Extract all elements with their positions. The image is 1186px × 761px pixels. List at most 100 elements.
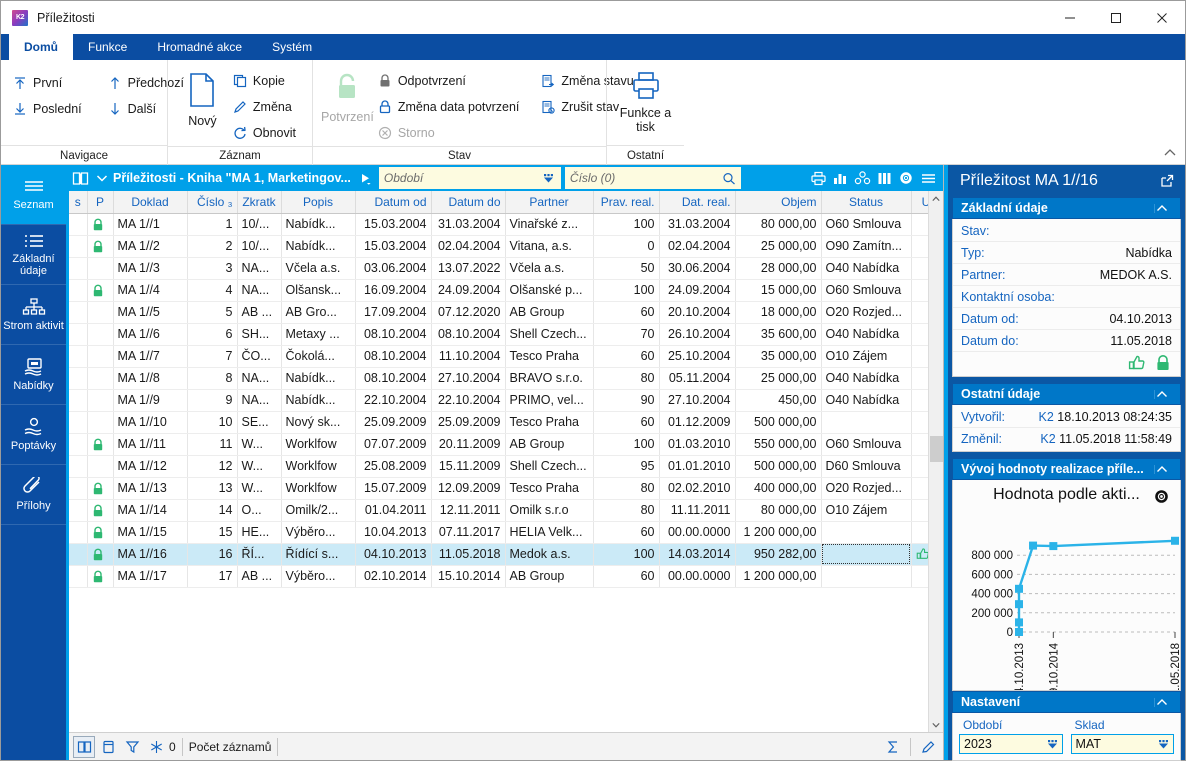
vertical-scrollbar[interactable] (928, 191, 943, 732)
table-row[interactable]: MA 1//66SH...Metaxy ...08.10.200408.10.2… (69, 323, 928, 345)
cell-datum_do[interactable]: 11.10.2004 (431, 345, 505, 367)
table-row[interactable]: MA 1//55AB ...AB Gro...17.09.200407.12.2… (69, 301, 928, 323)
cell-datum_od[interactable]: 15.03.2004 (355, 235, 431, 257)
cell-partner[interactable]: Tesco Praha (505, 411, 593, 433)
cell-prav_real[interactable]: 100 (593, 543, 659, 565)
lock-icon[interactable] (87, 477, 113, 499)
cell-s[interactable] (69, 477, 87, 499)
cell-status[interactable]: O20 Rozjed... (821, 477, 911, 499)
cell-popis[interactable]: AB Gro... (281, 301, 355, 323)
cell-prav_real[interactable]: 80 (593, 477, 659, 499)
cell-zkratka[interactable]: 10/... (237, 235, 281, 257)
cell-doklad[interactable]: MA 1//13 (113, 477, 187, 499)
cell-s[interactable] (69, 499, 87, 521)
cell-popis[interactable]: Nabídk... (281, 367, 355, 389)
cell-popis[interactable]: Nabídk... (281, 213, 355, 235)
cell-prav_real[interactable]: 0 (593, 235, 659, 257)
cell-dat_real[interactable]: 14.03.2014 (659, 543, 735, 565)
cell-zkratka[interactable]: NA... (237, 257, 281, 279)
cell-u[interactable] (911, 455, 928, 477)
gear-icon[interactable] (895, 171, 917, 186)
section-header-nastaveni[interactable]: Nastavení (952, 691, 1181, 713)
cell-doklad[interactable]: MA 1//5 (113, 301, 187, 323)
cell-prav_real[interactable]: 80 (593, 367, 659, 389)
cell-dat_real[interactable]: 24.09.2004 (659, 279, 735, 301)
cell-objem[interactable]: 1 200 000,00 (735, 521, 821, 543)
cell-dat_real[interactable]: 00.00.0000 (659, 521, 735, 543)
tab-funkce[interactable]: Funkce (73, 34, 142, 60)
cell-status[interactable] (821, 543, 911, 565)
lock-green-icon[interactable] (1154, 354, 1172, 372)
cell-status[interactable]: O60 Smlouva (821, 213, 911, 235)
cell-dat_real[interactable]: 30.06.2004 (659, 257, 735, 279)
ribbon-button-novy[interactable]: Nový (176, 66, 229, 128)
maximize-button[interactable] (1093, 1, 1139, 34)
cell-popis[interactable]: Výběro... (281, 565, 355, 587)
table-row[interactable]: MA 1//88NA...Nabídk...08.10.200427.10.20… (69, 367, 928, 389)
table-row[interactable]: MA 1//1515HE...Výběro...10.04.201307.11.… (69, 521, 928, 543)
cell-p[interactable] (87, 455, 113, 477)
cell-s[interactable] (69, 345, 87, 367)
cell-datum_od[interactable]: 08.10.2004 (355, 323, 431, 345)
cell-s[interactable] (69, 389, 87, 411)
cell-s[interactable] (69, 433, 87, 455)
cell-s[interactable] (69, 235, 87, 257)
cell-datum_do[interactable]: 15.10.2014 (431, 565, 505, 587)
cell-status[interactable]: O40 Nabídka (821, 257, 911, 279)
cell-u[interactable] (911, 345, 928, 367)
cell-partner[interactable]: Tesco Praha (505, 477, 593, 499)
column-header-zkratka[interactable]: Zkratk (237, 191, 281, 213)
cell-doklad[interactable]: MA 1//12 (113, 455, 187, 477)
cell-status[interactable]: O40 Nabídka (821, 323, 911, 345)
book-icon[interactable] (73, 736, 95, 758)
cell-datum_do[interactable]: 07.12.2020 (431, 301, 505, 323)
cell-status[interactable]: O60 Smlouva (821, 433, 911, 455)
lock-icon[interactable] (87, 433, 113, 455)
cell-p[interactable] (87, 301, 113, 323)
cell-popis[interactable]: Výběro... (281, 521, 355, 543)
cell-p[interactable] (87, 367, 113, 389)
cell-cislo[interactable]: 15 (187, 521, 237, 543)
cell-datum_od[interactable]: 15.07.2009 (355, 477, 431, 499)
sidebar-item-prilohy[interactable]: Přílohy (1, 465, 66, 525)
lock-icon[interactable] (87, 235, 113, 257)
cell-datum_do[interactable]: 15.11.2009 (431, 455, 505, 477)
tab-system[interactable]: Systém (257, 34, 327, 60)
cell-dat_real[interactable]: 27.10.2004 (659, 389, 735, 411)
ribbon-button-odpotvrzeni[interactable]: Odpotvrzení (374, 68, 528, 94)
cell-zkratka[interactable]: AB ... (237, 301, 281, 323)
cell-datum_od[interactable]: 22.10.2004 (355, 389, 431, 411)
cell-zkratka[interactable]: ŘÍ... (237, 543, 281, 565)
cell-objem[interactable]: 1 200 000,00 (735, 565, 821, 587)
cell-u[interactable] (911, 433, 928, 455)
cell-partner[interactable]: Vinařské z... (505, 213, 593, 235)
cell-prav_real[interactable]: 100 (593, 433, 659, 455)
cell-datum_do[interactable]: 27.10.2004 (431, 367, 505, 389)
filter-icon[interactable] (121, 736, 143, 758)
cell-dat_real[interactable]: 00.00.0000 (659, 565, 735, 587)
cell-prav_real[interactable]: 100 (593, 279, 659, 301)
cell-zkratka[interactable]: SE... (237, 411, 281, 433)
cell-s[interactable] (69, 301, 87, 323)
cell-s[interactable] (69, 257, 87, 279)
sklad-select[interactable]: MAT (1071, 734, 1175, 754)
cell-dat_real[interactable]: 31.03.2004 (659, 213, 735, 235)
scroll-thumb[interactable] (930, 436, 943, 462)
cell-u[interactable] (911, 477, 928, 499)
table-row[interactable]: MA 1//77ČO...Čokolá...08.10.200411.10.20… (69, 345, 928, 367)
snowflake-icon[interactable] (145, 736, 167, 758)
column-header-objem[interactable]: Objem (735, 191, 821, 213)
columns-icon[interactable] (873, 171, 895, 186)
chevron-up-icon[interactable] (1154, 698, 1176, 707)
table-row[interactable]: MA 1//1313W...Worklfow15.07.200912.09.20… (69, 477, 928, 499)
lock-icon[interactable] (87, 521, 113, 543)
cell-datum_do[interactable]: 12.11.2011 (431, 499, 505, 521)
cell-datum_od[interactable]: 16.09.2004 (355, 279, 431, 301)
column-header-s[interactable]: s (69, 191, 87, 213)
cell-datum_od[interactable]: 15.03.2004 (355, 213, 431, 235)
table-row[interactable]: MA 1//2210/...Nabídk...15.03.200402.04.2… (69, 235, 928, 257)
cell-s[interactable] (69, 543, 87, 565)
ribbon-button-obnovit[interactable]: Obnovit (229, 120, 304, 146)
cell-objem[interactable]: 25 000,00 (735, 235, 821, 257)
cell-zkratka[interactable]: NA... (237, 279, 281, 301)
